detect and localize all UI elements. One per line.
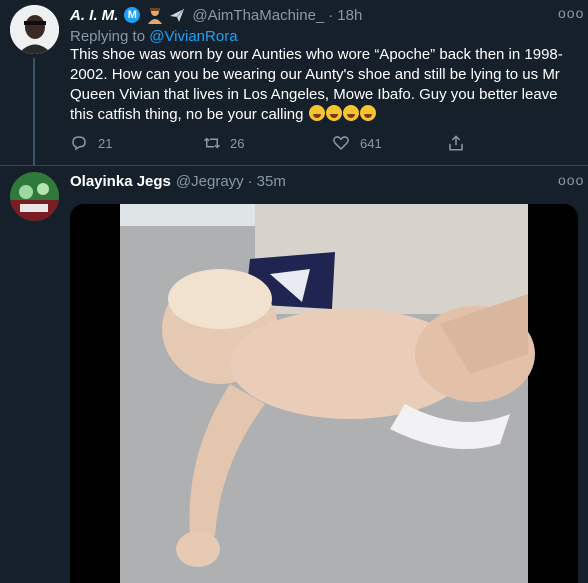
aim-avatar[interactable] bbox=[10, 5, 59, 54]
tears-of-joy-emoji-icon bbox=[325, 105, 342, 121]
retweet-icon bbox=[203, 137, 221, 149]
dot-separator: · bbox=[328, 6, 334, 24]
reply-count: 21 bbox=[98, 135, 113, 151]
replying-handle-link[interactable]: @VivianRora bbox=[149, 28, 237, 45]
replying-label: Replying to bbox=[70, 28, 146, 45]
tweet-text: This shoe was worn by our Aunties who wo… bbox=[70, 45, 575, 125]
olayinka-avatar[interactable] bbox=[10, 172, 59, 221]
aim-avatar-image bbox=[10, 5, 59, 54]
thread-connector bbox=[33, 58, 35, 166]
tears-of-joy-emoji-icon bbox=[342, 105, 359, 121]
like-button[interactable]: 641 bbox=[332, 134, 442, 152]
tweet-2[interactable]: Olayinka Jegs @Jegrayy · 35m ooo bbox=[0, 166, 588, 583]
like-count: 641 bbox=[360, 135, 382, 151]
video-frame bbox=[70, 204, 578, 583]
reply-button[interactable]: 21 bbox=[70, 134, 165, 152]
person-emoji-icon bbox=[148, 8, 163, 24]
tears-of-joy-emoji-icon bbox=[359, 105, 376, 121]
more-options-icon[interactable]: ooo bbox=[558, 172, 584, 188]
airplane-emoji-icon bbox=[170, 8, 185, 22]
video-player[interactable] bbox=[70, 204, 578, 583]
tears-of-joy-emoji-icon bbox=[308, 105, 325, 121]
retweet-button[interactable]: 26 bbox=[202, 134, 332, 152]
timestamp[interactable]: 35m bbox=[257, 173, 286, 190]
timestamp[interactable]: 18h bbox=[337, 7, 362, 24]
reply-icon bbox=[72, 136, 86, 151]
tweet-1[interactable]: A. I. M. M @AimThaMachine_ · 18h ooo Rep… bbox=[0, 0, 588, 166]
display-name[interactable]: Olayinka Jegs bbox=[70, 173, 171, 190]
olayinka-avatar-image bbox=[10, 172, 59, 221]
share-icon bbox=[449, 135, 463, 151]
heart-icon bbox=[333, 136, 349, 151]
user-handle[interactable]: @Jegrayy bbox=[176, 173, 244, 190]
display-name[interactable]: A. I. M. bbox=[70, 7, 118, 24]
more-options-icon[interactable]: ooo bbox=[558, 5, 584, 21]
verified-m-badge-icon: M bbox=[124, 7, 141, 23]
share-button[interactable] bbox=[447, 134, 465, 152]
retweet-count: 26 bbox=[230, 135, 245, 151]
user-handle[interactable]: @AimThaMachine_ bbox=[192, 7, 324, 24]
dot-separator: · bbox=[247, 173, 253, 190]
